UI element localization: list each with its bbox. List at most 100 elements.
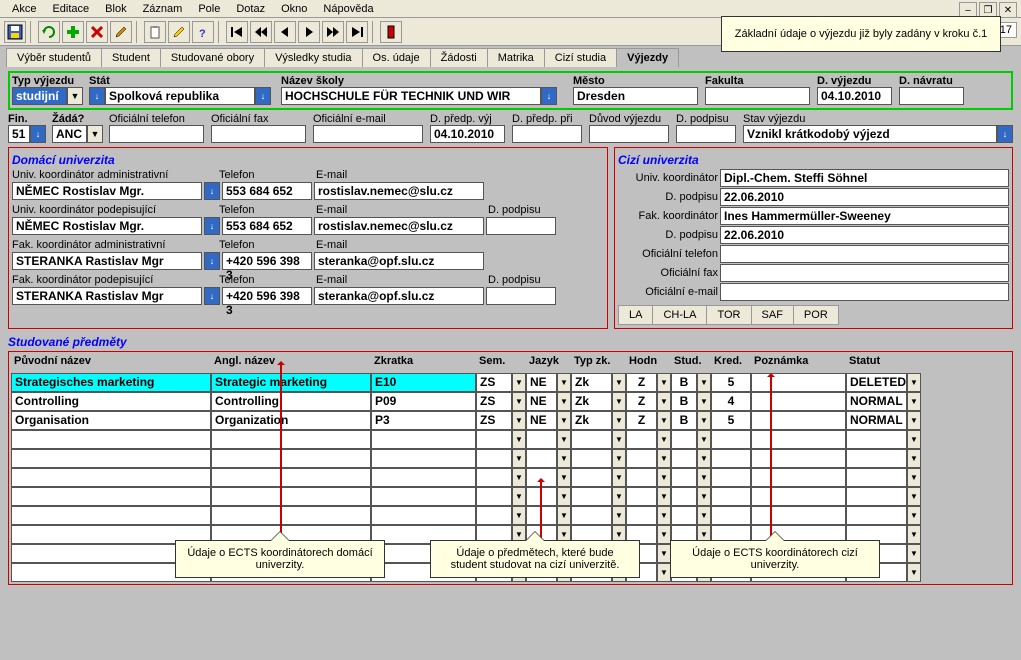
cell-stat[interactable] xyxy=(846,449,907,468)
cell-stud[interactable]: B xyxy=(671,411,697,430)
dd-jaz[interactable]: ▼ xyxy=(557,411,571,430)
field-f-dp1[interactable]: 22.06.2010 xyxy=(720,188,1009,206)
dd-stat[interactable]: ▼ xyxy=(907,449,921,468)
cell-zk[interactable]: E10 xyxy=(371,373,476,392)
cell-typ[interactable]: Zk xyxy=(571,373,612,392)
cell-en[interactable]: Strategic marketing xyxy=(211,373,371,392)
cell-en[interactable] xyxy=(211,449,371,468)
dd-sem[interactable]: ▼ xyxy=(512,449,526,468)
dd-stat[interactable]: ▼ xyxy=(907,468,921,487)
cell-hodn[interactable]: Z xyxy=(626,373,657,392)
field-dpredppri[interactable] xyxy=(512,125,582,143)
last-icon[interactable] xyxy=(346,21,368,43)
cell-zk[interactable]: P3 xyxy=(371,411,476,430)
lov-stat2[interactable]: ↓ xyxy=(255,87,271,105)
exit-icon[interactable] xyxy=(380,21,402,43)
dd-stud[interactable]: ▼ xyxy=(697,430,711,449)
refresh-icon[interactable] xyxy=(38,21,60,43)
field-fakulta[interactable] xyxy=(705,87,810,105)
field-fin[interactable]: 51 xyxy=(8,125,30,143)
next-page-icon[interactable] xyxy=(322,21,344,43)
cell-jaz[interactable]: NE xyxy=(526,411,557,430)
cell-hodn[interactable] xyxy=(626,487,657,506)
dd-zada[interactable]: ▼ xyxy=(87,125,103,143)
cell-typ[interactable] xyxy=(571,430,612,449)
field-f-ofemail[interactable] xyxy=(720,283,1009,301)
dd-hodn[interactable]: ▼ xyxy=(657,487,671,506)
dd-typ[interactable]: ▼ xyxy=(612,392,626,411)
cell-jaz[interactable]: NE xyxy=(526,392,557,411)
dd-typ[interactable]: ▼ xyxy=(612,449,626,468)
help-icon[interactable]: ? xyxy=(192,21,214,43)
cell-pozn[interactable] xyxy=(751,411,846,430)
cell-hodn[interactable] xyxy=(626,430,657,449)
field-oftel[interactable] xyxy=(109,125,204,143)
dd-stat[interactable]: ▼ xyxy=(907,525,921,544)
field-stat[interactable]: Spolková republika xyxy=(105,87,255,105)
field-f-dp2[interactable]: 22.06.2010 xyxy=(720,226,1009,244)
cell-typ[interactable]: Zk xyxy=(571,392,612,411)
cell-sem[interactable]: ZS xyxy=(476,411,512,430)
cell-typ[interactable] xyxy=(571,468,612,487)
cell-stat[interactable] xyxy=(846,468,907,487)
edit-icon[interactable] xyxy=(110,21,132,43)
dd-stud[interactable]: ▼ xyxy=(697,487,711,506)
tab-cizi[interactable]: Cizí studia xyxy=(544,48,617,67)
cell-pozn[interactable] xyxy=(751,392,846,411)
dd-sem[interactable]: ▼ xyxy=(512,392,526,411)
menu-akce[interactable]: Akce xyxy=(4,1,44,17)
menu-editace[interactable]: Editace xyxy=(44,1,97,17)
lov-home-sign[interactable]: ↓ xyxy=(204,217,220,235)
dd-stud[interactable]: ▼ xyxy=(697,392,711,411)
menu-blok[interactable]: Blok xyxy=(97,1,134,17)
field-f-fakkoord[interactable]: Ines Hammermüller-Sweeney xyxy=(720,207,1009,225)
cell-orig[interactable] xyxy=(11,468,211,487)
field-home-sign-name[interactable]: NĚMEC Rostislav Mgr. xyxy=(12,217,202,235)
cell-pozn[interactable] xyxy=(751,430,846,449)
cell-stat[interactable]: DELETED xyxy=(846,373,907,392)
tab-osudaje[interactable]: Os. údaje xyxy=(362,48,431,67)
field-zada[interactable]: ANC xyxy=(52,125,87,143)
dd-jaz[interactable]: ▼ xyxy=(557,449,571,468)
dd-hodn[interactable]: ▼ xyxy=(657,392,671,411)
cell-stud[interactable] xyxy=(671,506,697,525)
cell-stud[interactable] xyxy=(671,449,697,468)
field-home-faksign-email[interactable]: steranka@opf.slu.cz xyxy=(314,287,484,305)
btn-por[interactable]: POR xyxy=(793,305,839,325)
cell-sem[interactable]: ZS xyxy=(476,392,512,411)
cell-stud[interactable]: B xyxy=(671,392,697,411)
cell-hodn[interactable] xyxy=(626,506,657,525)
dd-hodn[interactable]: ▼ xyxy=(657,525,671,544)
field-ofemail[interactable] xyxy=(313,125,423,143)
field-f-oftel[interactable] xyxy=(720,245,1009,263)
dd-sem[interactable]: ▼ xyxy=(512,411,526,430)
lov-home-faksign[interactable]: ↓ xyxy=(204,287,220,305)
field-home-faksign-name[interactable]: STERANKA Rastislav Mgr xyxy=(12,287,202,305)
cell-jaz[interactable] xyxy=(526,430,557,449)
dd-sem[interactable]: ▼ xyxy=(512,373,526,392)
dd-typ[interactable]: ▼ xyxy=(612,411,626,430)
prev-page-icon[interactable] xyxy=(250,21,272,43)
cell-stat[interactable] xyxy=(846,506,907,525)
field-home-sign-tel[interactable]: 553 684 652 xyxy=(222,217,312,235)
cell-jaz[interactable]: NE xyxy=(526,373,557,392)
tab-student[interactable]: Student xyxy=(101,48,161,67)
prev-icon[interactable] xyxy=(274,21,296,43)
dd-typ[interactable]: ▼ xyxy=(612,468,626,487)
cell-kred[interactable] xyxy=(711,506,751,525)
cell-kred[interactable] xyxy=(711,468,751,487)
field-d-navratu[interactable] xyxy=(899,87,964,105)
field-home-fakadmin-tel[interactable]: +420 596 398 3 xyxy=(222,252,312,270)
cell-stud[interactable] xyxy=(671,468,697,487)
dd-typ-vyjezdu[interactable]: ▼ xyxy=(67,87,83,105)
cell-zk[interactable] xyxy=(371,506,476,525)
dd-stat[interactable]: ▼ xyxy=(907,563,921,582)
dd-typ[interactable]: ▼ xyxy=(612,487,626,506)
dd-typ[interactable]: ▼ xyxy=(612,430,626,449)
menu-dotaz[interactable]: Dotaz xyxy=(228,1,273,17)
field-f-offax[interactable] xyxy=(720,264,1009,282)
pencil-icon[interactable] xyxy=(168,21,190,43)
cell-hodn[interactable] xyxy=(626,449,657,468)
cell-sem[interactable] xyxy=(476,487,512,506)
cell-en[interactable] xyxy=(211,468,371,487)
